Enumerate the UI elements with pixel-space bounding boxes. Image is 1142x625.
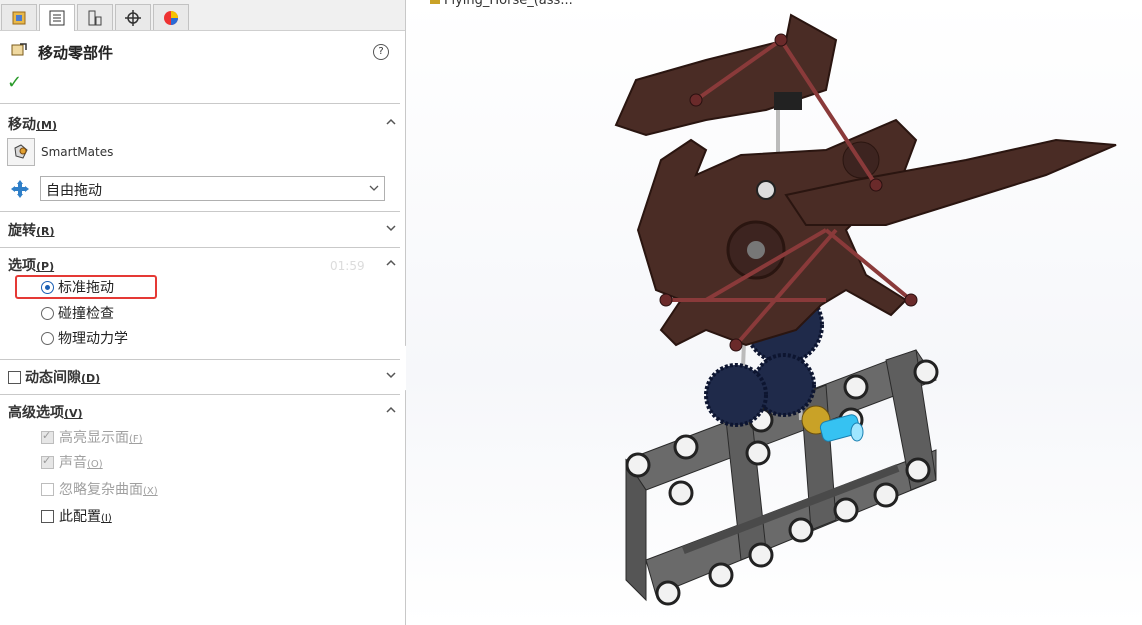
- help-icon[interactable]: ?: [373, 44, 389, 60]
- panel-tab-bar: [0, 0, 405, 31]
- move-mode-select[interactable]: 自由拖动: [40, 176, 385, 201]
- section-divider: [0, 247, 400, 248]
- section-options-header[interactable]: 选项(P): [8, 255, 54, 275]
- adv-sound[interactable]: 声音(O): [41, 452, 103, 472]
- adv-text: 声音: [59, 455, 87, 471]
- chevron-up-icon[interactable]: [384, 403, 398, 417]
- section-advanced-header[interactable]: 高级选项(V): [8, 402, 83, 422]
- feature-tree-icon: [12, 11, 26, 24]
- section-divider: [0, 211, 400, 212]
- section-dynamic-clearance-header[interactable]: 动态间隙(D): [8, 367, 100, 387]
- adv-label: 高亮显示面(F): [59, 427, 143, 447]
- adv-highlight-faces[interactable]: 高亮显示面(F): [41, 427, 143, 447]
- tab-displaymanager[interactable]: [153, 4, 189, 30]
- adv-this-configuration[interactable]: 此配置(I): [41, 506, 112, 526]
- section-move-label: 移动: [8, 117, 36, 133]
- checkbox[interactable]: [41, 454, 54, 469]
- radio-button[interactable]: [41, 331, 54, 345]
- chevron-up-icon[interactable]: [384, 115, 398, 129]
- radio-button[interactable]: [41, 280, 54, 294]
- adv-accel: (I): [101, 513, 112, 524]
- tab-propertymanager[interactable]: [39, 4, 75, 31]
- section-move-accel: (M): [36, 119, 58, 132]
- section-dynamic-text: 动态间隙: [25, 370, 81, 386]
- property-manager-panel: 移动零部件 ? ✓ 移动(M) SmartMates 自由拖动 旋转(R) 选项…: [0, 0, 406, 625]
- move-mode-value: 自由拖动: [46, 183, 102, 199]
- option-label: 标准拖动: [58, 280, 114, 296]
- section-dynamic-label: 动态间隙(D): [25, 367, 100, 387]
- move-arrows-icon: [11, 180, 29, 198]
- section-rotate-header[interactable]: 旋转(R): [8, 220, 55, 240]
- section-advanced-label: 高级选项: [8, 405, 64, 421]
- checkbox[interactable]: [41, 509, 54, 523]
- section-advanced-accel: (V): [64, 407, 83, 420]
- crosshair-icon: [125, 9, 141, 26]
- adv-label: 声音(O): [59, 452, 103, 472]
- tab-dimxpert[interactable]: [115, 4, 151, 30]
- checkbox[interactable]: [41, 429, 54, 444]
- section-rotate-accel: (R): [36, 225, 55, 238]
- move-component-icon: [11, 43, 27, 56]
- checkbox[interactable]: [41, 482, 54, 496]
- option-collision-detection[interactable]: 碰撞检查: [41, 303, 114, 323]
- configuration-icon: [88, 10, 102, 25]
- tab-configurationmanager[interactable]: [77, 4, 113, 30]
- adv-label: 忽略复杂曲面(X): [59, 479, 158, 499]
- option-standard-drag[interactable]: 标准拖动: [41, 277, 114, 297]
- horse-body: [636, 118, 918, 347]
- chevron-down-icon[interactable]: [384, 368, 398, 382]
- section-divider: [0, 394, 400, 395]
- option-label: 碰撞检查: [58, 306, 114, 322]
- smartmates-label: SmartMates: [41, 145, 114, 159]
- section-divider: [0, 103, 400, 104]
- adv-text: 高亮显示面: [59, 430, 129, 446]
- recording-timer: 01:59: [330, 259, 365, 273]
- chevron-down-icon: [369, 185, 379, 191]
- pivot-pin: [756, 180, 776, 200]
- option-label: 物理动力学: [58, 331, 128, 347]
- adv-accel: (X): [143, 486, 158, 497]
- section-options-label: 选项: [8, 258, 36, 274]
- section-move-header[interactable]: 移动(M): [8, 114, 57, 134]
- page-title: 移动零部件: [38, 44, 114, 62]
- adv-text: 忽略复杂曲面: [59, 482, 143, 498]
- adv-ignore-complex-surfaces[interactable]: 忽略复杂曲面(X): [41, 479, 158, 499]
- display-pie-icon: [164, 10, 178, 25]
- panel-header: 移动零部件: [0, 36, 405, 66]
- adv-text: 此配置: [59, 509, 101, 525]
- adv-accel: (O): [87, 459, 103, 470]
- smartmates-icon: [14, 144, 28, 159]
- tab-featuremanager[interactable]: [1, 4, 37, 30]
- section-options-accel: (P): [36, 260, 55, 273]
- adv-accel: (F): [129, 434, 143, 445]
- ok-check-button[interactable]: ✓: [7, 72, 22, 93]
- adv-label: 此配置(I): [59, 506, 112, 526]
- section-rotate-label: 旋转: [8, 223, 36, 239]
- slider-block: [774, 92, 802, 110]
- radio-button[interactable]: [41, 306, 54, 320]
- chevron-up-icon[interactable]: [384, 256, 398, 270]
- smartmates-button[interactable]: [7, 138, 35, 166]
- section-dynamic-accel: (D): [81, 372, 101, 385]
- dynamic-clearance-checkbox[interactable]: [8, 370, 21, 384]
- flying-horse-model[interactable]: [406, 0, 1142, 625]
- section-divider: [0, 359, 400, 360]
- option-physical-dynamics[interactable]: 物理动力学: [41, 328, 128, 348]
- chevron-down-icon[interactable]: [384, 221, 398, 235]
- property-list-icon: [49, 10, 65, 26]
